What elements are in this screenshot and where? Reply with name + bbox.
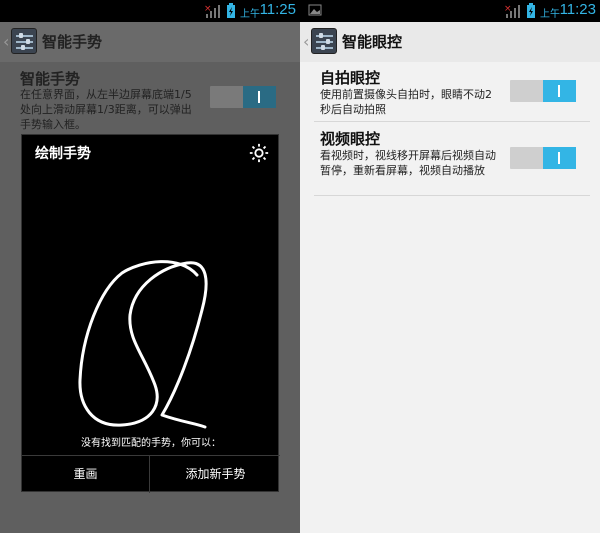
selfie-eye-control-toggle[interactable] bbox=[510, 80, 576, 102]
back-chevron-icon[interactable]: ‹ bbox=[303, 32, 309, 51]
status-bar: × 上午 11:23 bbox=[300, 0, 600, 22]
back-chevron-icon[interactable]: ‹ bbox=[3, 32, 9, 51]
gesture-drawing-canvas[interactable] bbox=[22, 135, 280, 435]
setting-description: 在任意界面，从左半边屏幕底端1/5处向上滑动屏幕1/3距离，可以弹出手势输入框。 bbox=[20, 88, 192, 131]
setting-description: 看视频时，视线移开屏幕后视频自动暂停，重新看屏幕，视频自动播放 bbox=[320, 149, 496, 177]
no-match-hint: 没有找到匹配的手势，你可以： bbox=[81, 438, 221, 449]
video-eye-control-toggle[interactable] bbox=[510, 147, 576, 169]
signal-icon: × bbox=[204, 4, 220, 18]
setting-title: 智能手势 bbox=[20, 70, 81, 88]
page-title: 智能眼控 bbox=[342, 33, 403, 51]
redraw-button[interactable]: 重画 bbox=[22, 456, 150, 493]
eye-control-settings-screen: × 上午 11:23 ‹ 智能眼控 自拍眼控 使用前置摄像头自拍时，眼睛不动2秒… bbox=[300, 0, 600, 533]
setting-title: 自拍眼控 bbox=[320, 69, 381, 87]
battery-icon bbox=[227, 3, 235, 18]
divider bbox=[314, 195, 590, 196]
action-bar: ‹ 智能手势 bbox=[0, 22, 300, 62]
action-bar: ‹ 智能眼控 bbox=[300, 22, 600, 62]
add-gesture-button[interactable]: 添加新手势 bbox=[151, 456, 280, 493]
svg-text:×: × bbox=[204, 4, 212, 14]
draw-gesture-dialog: 绘制手势 没有找到匹配的手势，你可以： 重画 添加新手势 bbox=[21, 134, 280, 493]
gesture-settings-screen: × 上午 11:25 ‹ 智能手势 智能手势 在任意界面，从左半边屏幕底端1/5… bbox=[0, 0, 300, 533]
setting-description: 使用前置摄像头自拍时，眼睛不动2秒后自动拍照 bbox=[320, 88, 492, 116]
signal-icon: × bbox=[504, 4, 520, 18]
page-title: 智能手势 bbox=[42, 33, 103, 51]
status-bar: × 上午 11:25 bbox=[0, 0, 300, 22]
battery-icon bbox=[527, 3, 535, 18]
ampm-label: 上午 bbox=[240, 9, 260, 20]
svg-text:×: × bbox=[504, 4, 512, 14]
clock: 11:25 bbox=[259, 1, 296, 18]
settings-app-icon[interactable] bbox=[11, 28, 37, 54]
dialog-button-row: 重画 添加新手势 bbox=[22, 455, 280, 493]
clock: 11:23 bbox=[559, 1, 596, 18]
image-notification-icon bbox=[308, 4, 322, 16]
ampm-label: 上午 bbox=[540, 9, 560, 20]
gesture-toggle[interactable] bbox=[210, 86, 276, 108]
setting-title: 视频眼控 bbox=[320, 130, 381, 148]
settings-app-icon[interactable] bbox=[311, 28, 337, 54]
divider bbox=[314, 121, 590, 122]
